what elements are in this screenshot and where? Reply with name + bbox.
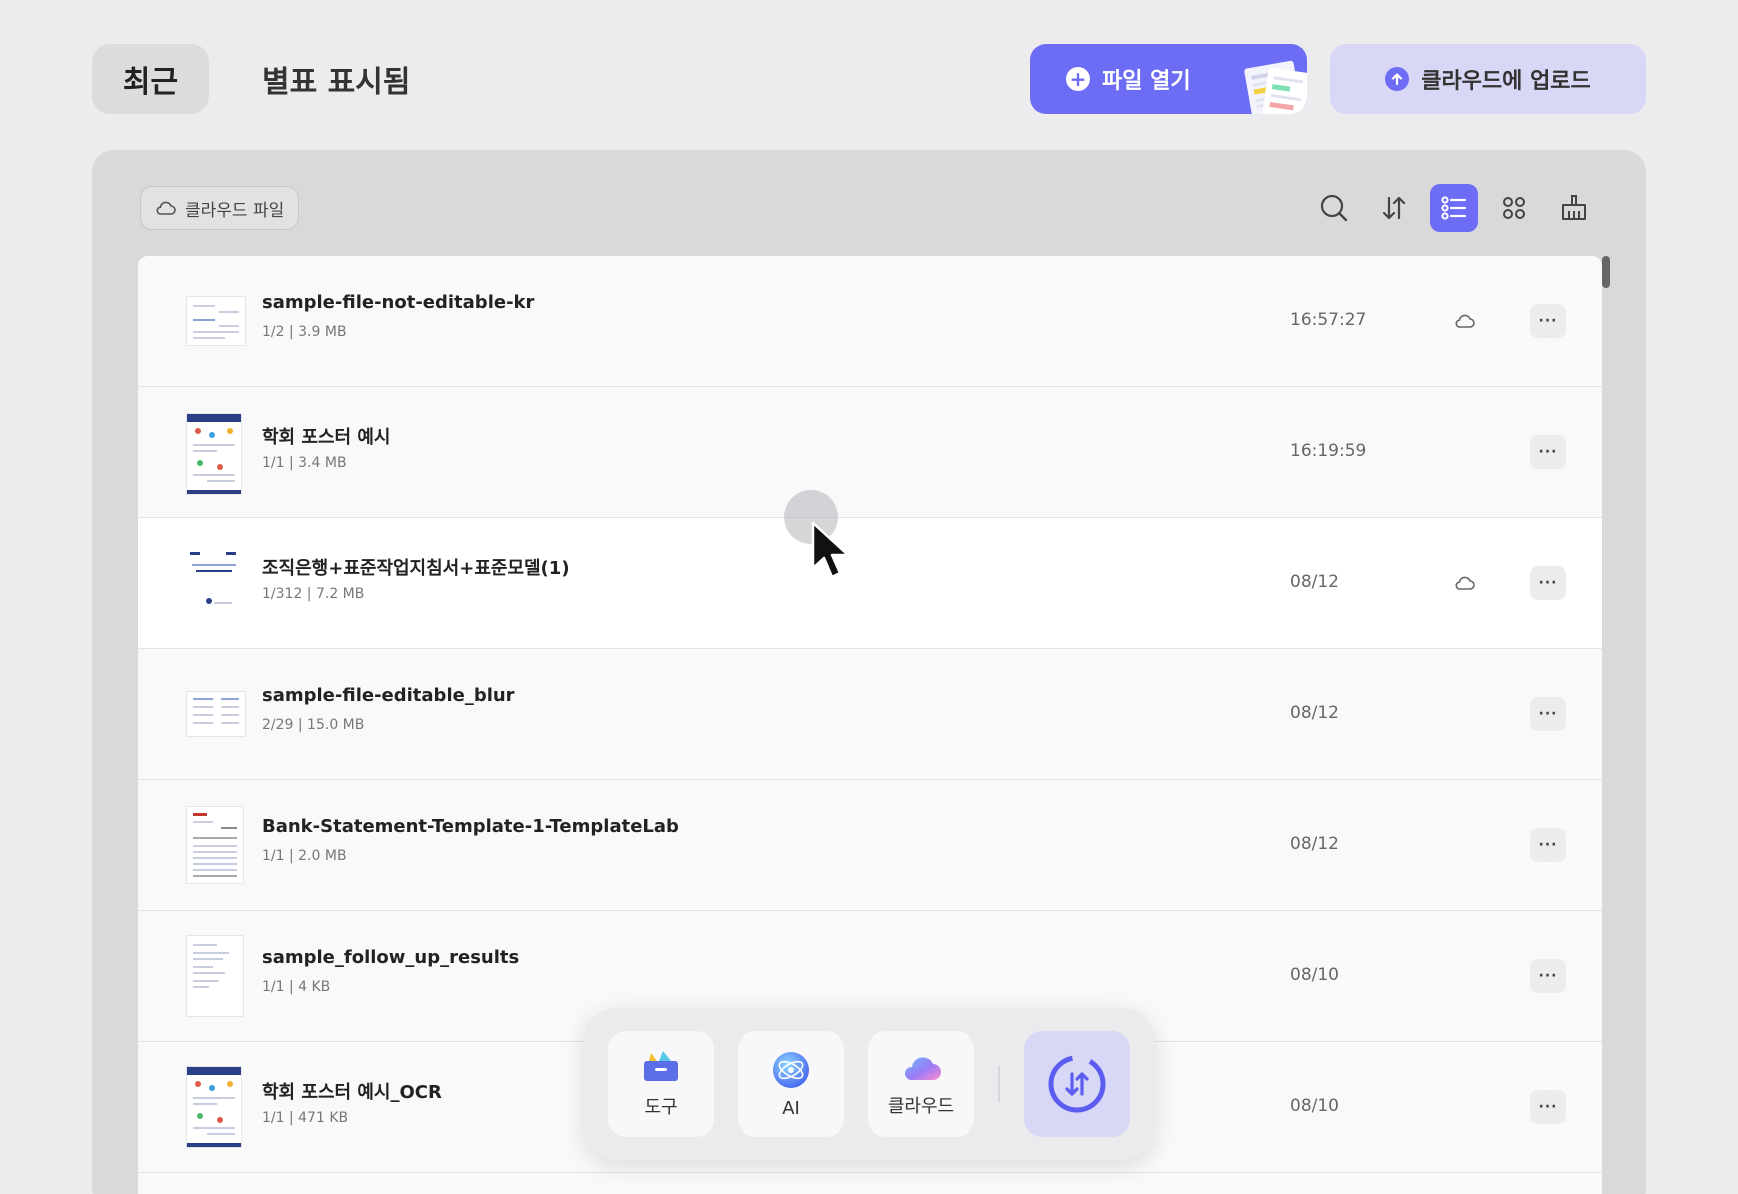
- file-thumbnail: [186, 546, 242, 622]
- bottom-dock: 도구 AI 클라우드: [584, 1008, 1154, 1160]
- more-options-button[interactable]: ···: [1530, 566, 1566, 600]
- more-options-button[interactable]: ···: [1530, 697, 1566, 731]
- file-row[interactable]: 조직은행+표준작업지침서+표준모델(1) 1/312 | 7.2 MB 08/1…: [138, 518, 1602, 649]
- file-time: 08/10: [1290, 965, 1339, 985]
- dock-ai-label: AI: [782, 1097, 800, 1119]
- mouse-pointer-icon: [811, 521, 850, 579]
- file-name: 학회 포스터 예시_OCR: [262, 1082, 442, 1103]
- file-row[interactable]: sample-file-editable_blur 2/29 | 15.0 MB…: [138, 649, 1602, 780]
- upload-to-cloud-label: 클라우드에 업로드: [1421, 69, 1591, 94]
- dock-ai-button[interactable]: AI: [738, 1031, 844, 1137]
- dock-cloud-button[interactable]: 클라우드: [868, 1031, 974, 1137]
- cloud-synced-icon: [1454, 574, 1476, 596]
- tab-starred[interactable]: 별표 표시됨: [262, 44, 410, 114]
- file-time: 16:19:59: [1290, 441, 1367, 461]
- dock-convert-button[interactable]: [1024, 1031, 1130, 1137]
- dock-tools-button[interactable]: 도구: [608, 1031, 714, 1137]
- file-meta: 1/1 | 2.0 MB: [262, 848, 347, 864]
- file-thumbnail: [186, 1066, 242, 1148]
- ai-orb-icon: [773, 1051, 809, 1088]
- search-button[interactable]: [1310, 184, 1358, 232]
- upload-arrow-icon: [1385, 67, 1410, 91]
- file-row[interactable]: sample-file-not-editable-kr 1/2 | 3.9 MB…: [138, 256, 1602, 387]
- grid-view-icon: [1503, 197, 1525, 219]
- cloud-gradient-icon: [904, 1057, 941, 1080]
- file-time: 08/12: [1290, 572, 1339, 592]
- list-view-icon: [1441, 196, 1467, 220]
- sort-icon: [1382, 196, 1406, 220]
- file-thumbnail: [186, 935, 244, 1017]
- plus-icon: +: [1066, 67, 1090, 91]
- documents-illustration-icon: [1244, 60, 1307, 114]
- file-meta: 1/1 | 4 KB: [262, 979, 331, 995]
- file-time: 16:57:27: [1290, 310, 1367, 330]
- more-options-button[interactable]: ···: [1530, 435, 1566, 469]
- file-meta: 1/1 | 471 KB: [262, 1110, 349, 1126]
- upload-to-cloud-button[interactable]: 클라우드에 업로드: [1330, 44, 1646, 114]
- clean-button[interactable]: [1550, 184, 1598, 232]
- tab-recent-label: 최근: [122, 65, 179, 100]
- open-file-button[interactable]: + 파일 열기: [1030, 44, 1307, 114]
- dock-cloud-label: 클라우드: [887, 1096, 955, 1117]
- file-row[interactable]: 학회 포스터 예시 1/1 | 3.4 MB 16:19:59 ···: [138, 387, 1602, 518]
- file-time: 08/12: [1290, 834, 1339, 854]
- file-thumbnail: [186, 413, 242, 495]
- dock-tools-label: 도구: [644, 1097, 678, 1118]
- grid-view-button[interactable]: [1490, 184, 1538, 232]
- cloud-files-label: 클라우드 파일: [185, 200, 285, 221]
- sort-button[interactable]: [1370, 184, 1418, 232]
- file-meta: 1/2 | 3.9 MB: [262, 324, 347, 340]
- file-thumbnail: [186, 691, 246, 737]
- file-meta: 1/312 | 7.2 MB: [262, 586, 365, 602]
- file-row[interactable]: Bank-Statement-Template-1-TemplateLab 1/…: [138, 780, 1602, 911]
- broom-basket-icon: [1562, 195, 1586, 220]
- list-view-button[interactable]: [1430, 184, 1478, 232]
- convert-sync-icon: [1048, 1055, 1106, 1113]
- open-file-label: 파일 열기: [1102, 69, 1191, 94]
- file-name: 조직은행+표준작업지침서+표준모델(1): [262, 558, 570, 579]
- more-options-button[interactable]: ···: [1530, 828, 1566, 862]
- file-name: sample_follow_up_results: [262, 947, 520, 968]
- list-scrollbar[interactable]: [1602, 256, 1610, 288]
- cloud-icon: [156, 201, 176, 215]
- list-toolbar: [1310, 184, 1598, 232]
- tab-recent[interactable]: 최근: [92, 44, 209, 114]
- more-options-button[interactable]: ···: [1530, 959, 1566, 993]
- file-name: Bank-Statement-Template-1-TemplateLab: [262, 816, 679, 837]
- more-options-button[interactable]: ···: [1530, 1090, 1566, 1124]
- cloud-files-filter[interactable]: 클라우드 파일: [140, 186, 300, 230]
- file-name: sample-file-editable_blur: [262, 685, 515, 706]
- file-meta: 1/1 | 3.4 MB: [262, 455, 347, 471]
- file-time: 08/12: [1290, 703, 1339, 723]
- file-meta: 2/29 | 15.0 MB: [262, 717, 365, 733]
- search-icon: [1320, 194, 1348, 222]
- tab-starred-label: 별표 표시됨: [262, 65, 411, 100]
- file-name: sample-file-not-editable-kr: [262, 292, 535, 313]
- file-thumbnail: [186, 296, 246, 346]
- file-thumbnail: [186, 806, 244, 884]
- more-options-button[interactable]: ···: [1530, 304, 1566, 338]
- file-name: 학회 포스터 예시: [262, 427, 391, 448]
- dock-divider: [998, 1066, 1000, 1102]
- cloud-synced-icon: [1454, 312, 1476, 334]
- file-time: 08/10: [1290, 1096, 1339, 1116]
- toolbox-icon: [644, 1051, 678, 1081]
